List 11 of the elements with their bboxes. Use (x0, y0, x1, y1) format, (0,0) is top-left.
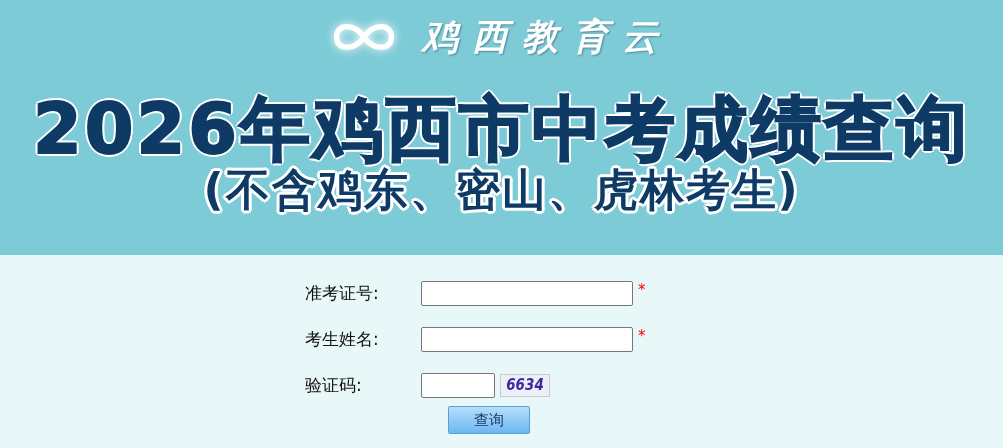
captcha-image[interactable]: 6634 (500, 374, 550, 397)
site-name: 鸡西教育云 (421, 13, 672, 59)
input-field[interactable] (421, 281, 633, 306)
required-mark: * (638, 281, 646, 299)
field-label: 考生姓名: (305, 328, 380, 351)
query-button[interactable]: 查询 (448, 406, 530, 434)
field-label: 验证码: (305, 374, 363, 397)
input-field[interactable] (421, 327, 633, 352)
required-mark: * (638, 327, 646, 345)
captcha-input-field[interactable] (421, 373, 495, 398)
field-label: 准考证号: (305, 282, 380, 305)
